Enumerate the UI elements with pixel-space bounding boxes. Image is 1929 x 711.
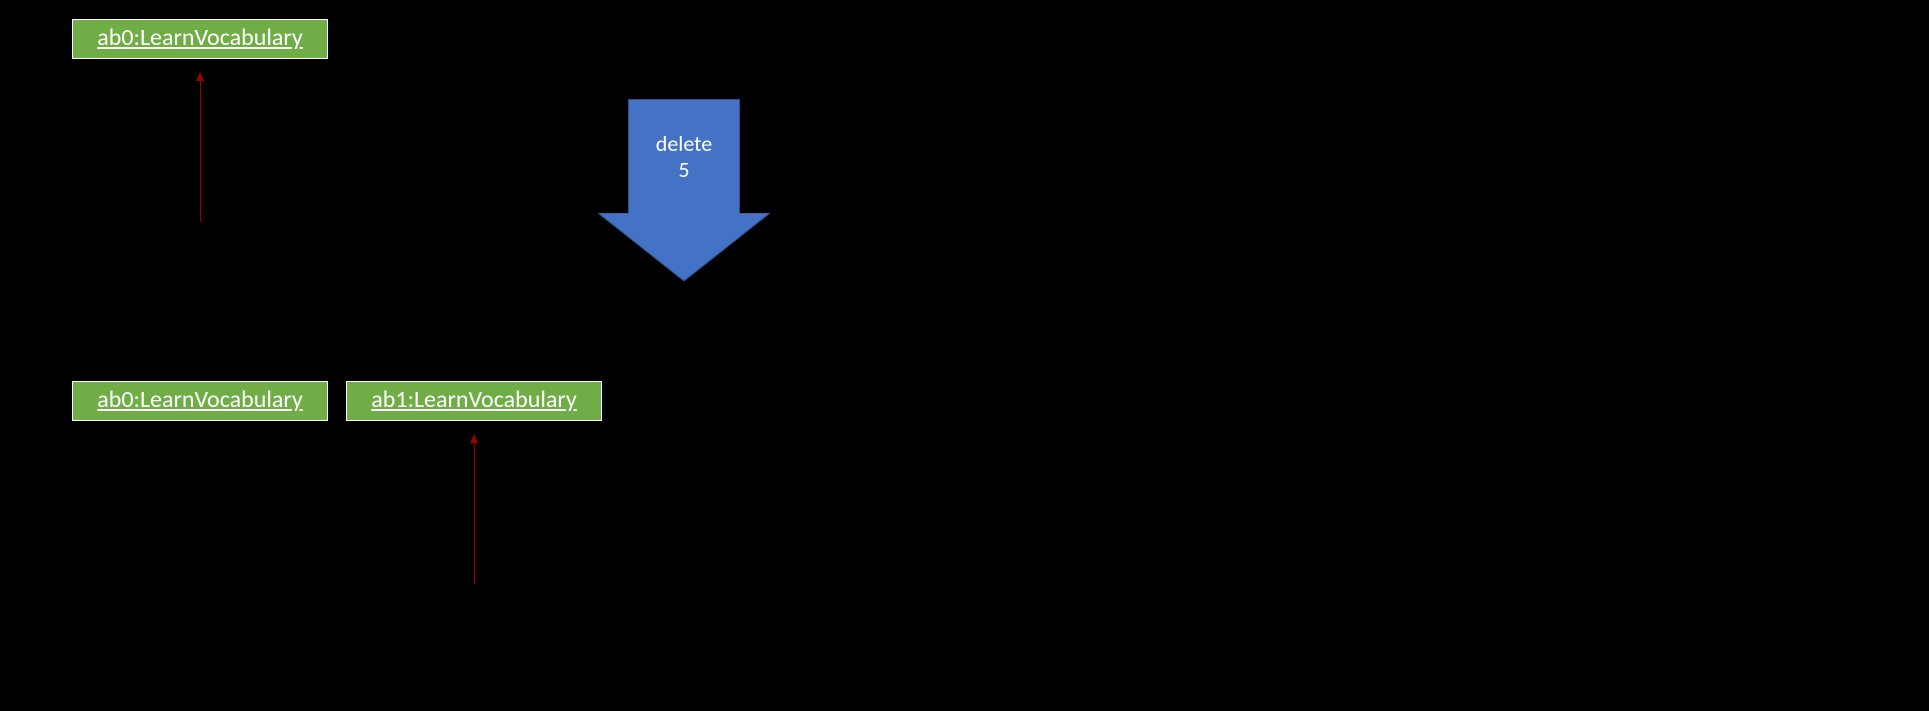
node-label: ab1:LearnVocabulary (371, 385, 576, 414)
diagram-canvas: ab0:LearnVocabulary delete 5 ab0:LearnVo… (0, 0, 1929, 711)
operation-arrow-head-icon (598, 213, 770, 283)
arrow-shaft (474, 442, 475, 584)
node-label: ab0:LearnVocabulary (97, 23, 302, 52)
operation-line1: delete (629, 131, 739, 157)
node-ab0-bottom: ab0:LearnVocabulary (72, 381, 328, 421)
operation-line2: 5 (629, 157, 739, 183)
node-ab1-bottom: ab1:LearnVocabulary (346, 381, 602, 421)
operation-arrow-body: delete 5 (628, 99, 740, 214)
node-ab0-top: ab0:LearnVocabulary (72, 19, 328, 59)
arrow-shaft (200, 80, 201, 222)
node-label: ab0:LearnVocabulary (97, 385, 302, 414)
